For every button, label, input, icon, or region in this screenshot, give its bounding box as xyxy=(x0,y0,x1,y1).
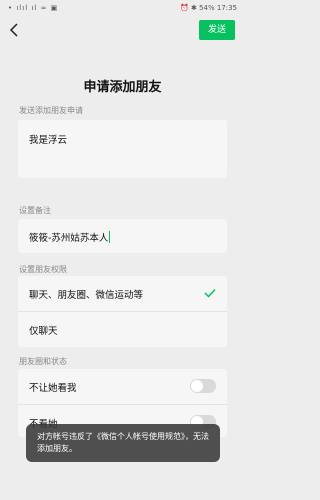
page-title: 申请添加朋友 xyxy=(83,80,162,95)
moments-label: 朋友圈和状态 xyxy=(19,357,67,366)
request-message-text: 我是浮云 xyxy=(29,135,68,146)
send-button[interactable]: 发送 xyxy=(199,20,235,40)
request-label: 发送添加朋友申请 xyxy=(19,106,83,115)
checkmark-icon xyxy=(203,286,217,300)
toggle-knob xyxy=(191,380,203,392)
moments-item-hide-mine: 不让她看我 xyxy=(18,369,227,404)
hide-mine-toggle[interactable] xyxy=(190,379,216,393)
status-bar: • ılıl ıl ≈ ▣ ⏰ ✱ 54% 17:35 xyxy=(0,0,245,16)
permissions-options: 聊天、朋友圈、微信运动等 仅聊天 xyxy=(18,276,227,347)
request-message-field[interactable]: 我是浮云 xyxy=(18,120,227,178)
permissions-label: 设置朋友权限 xyxy=(19,265,67,274)
status-bar-clock: ⏰ ✱ 54% 17:35 xyxy=(180,4,237,12)
remark-label: 设置备注 xyxy=(19,206,51,215)
permission-option-label: 仅聊天 xyxy=(29,326,58,337)
moments-item-label: 不让她看我 xyxy=(29,383,77,394)
back-icon[interactable] xyxy=(7,20,25,40)
permission-option-label: 聊天、朋友圈、微信运动等 xyxy=(29,290,144,301)
text-cursor xyxy=(109,231,111,243)
status-bar-signal: • ılıl ıl ≈ ▣ xyxy=(8,4,59,12)
remark-text: 筱筱-苏州姑苏本人 xyxy=(29,233,109,244)
remark-field[interactable]: 筱筱-苏州姑苏本人 xyxy=(18,219,227,253)
error-toast: 对方帐号违反了《微信个人帐号使用规范》，无法添加朋友。 xyxy=(26,424,220,462)
permission-option-all[interactable]: 聊天、朋友圈、微信运动等 xyxy=(18,276,227,311)
permission-option-chat-only[interactable]: 仅聊天 xyxy=(18,311,227,347)
toast-message: 对方帐号违反了《微信个人帐号使用规范》，无法添加朋友。 xyxy=(37,432,209,453)
